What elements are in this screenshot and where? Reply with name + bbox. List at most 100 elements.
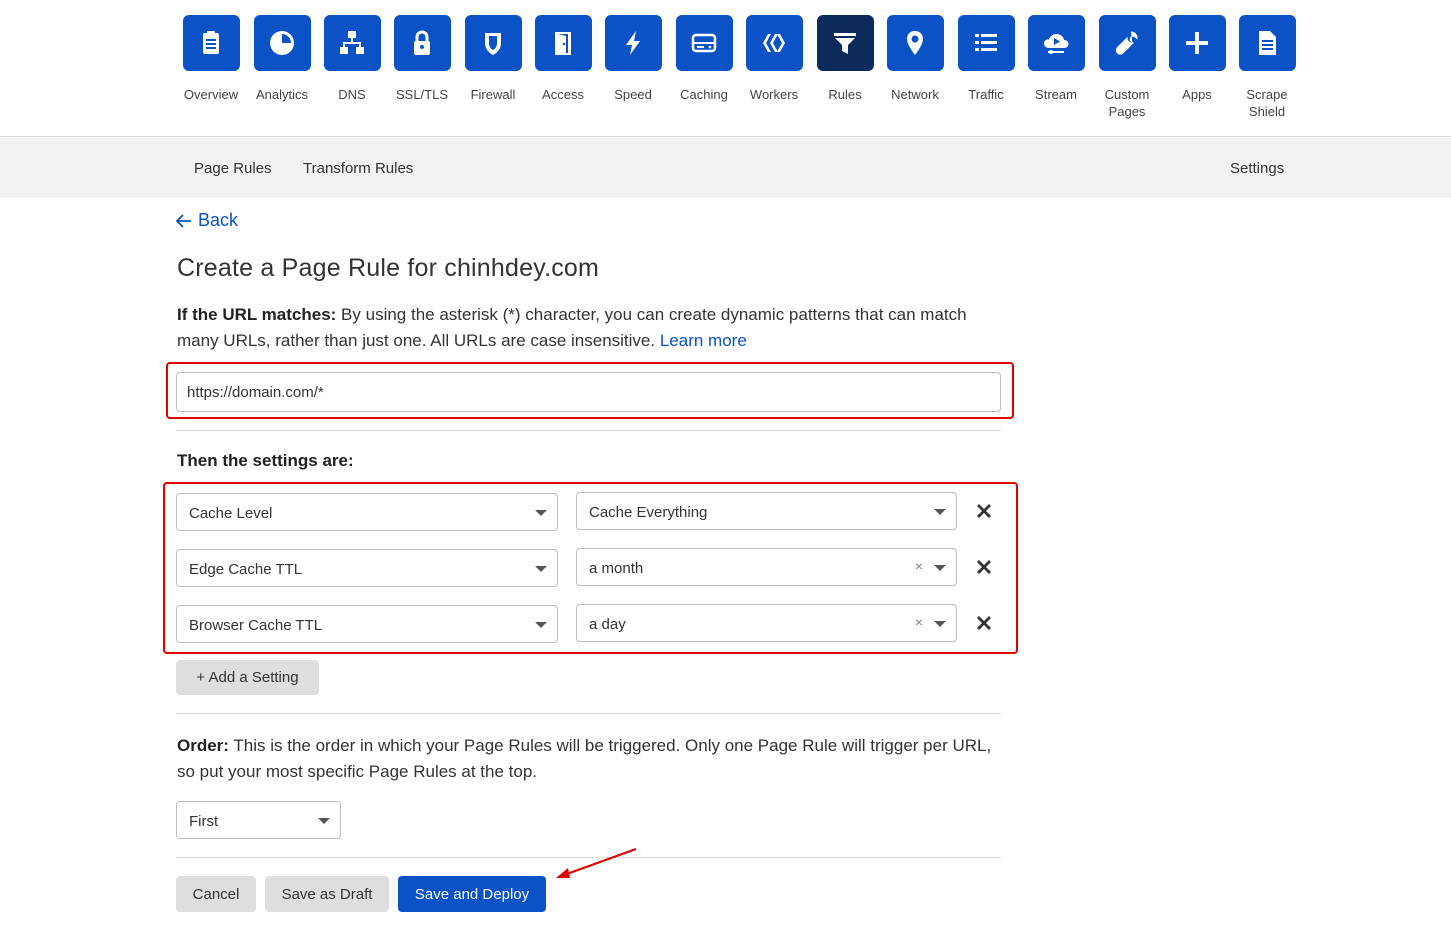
cloud-play-icon (1027, 15, 1085, 71)
clear-icon[interactable]: × (915, 614, 923, 630)
setting-value-select[interactable]: a month × (576, 548, 957, 586)
lock-icon (393, 15, 451, 71)
order-help-text: This is the order in which your Page Rul… (177, 736, 992, 781)
nav-label: Custom Pages (1104, 87, 1150, 119)
url-pattern-input[interactable] (176, 372, 1001, 412)
nav-analytics[interactable]: Analytics (247, 15, 317, 103)
page-title: Create a Page Rule for chinhdey.com (177, 254, 600, 282)
filter-icon (816, 15, 874, 71)
url-label: If the URL matches: (177, 305, 337, 324)
nav-label: Scrape Shield (1246, 87, 1288, 119)
learn-more-link[interactable]: Learn more (660, 331, 747, 350)
nav-stream[interactable]: Stream (1021, 15, 1091, 103)
remove-setting-button[interactable] (974, 501, 994, 521)
remove-setting-button[interactable] (974, 613, 994, 633)
door-icon (534, 15, 592, 71)
nav-label: Firewall (470, 87, 516, 102)
caret-down-icon (934, 565, 946, 571)
close-icon (977, 504, 991, 518)
document-icon (1238, 15, 1296, 71)
subnav-transform-rules[interactable]: Transform Rules (303, 160, 413, 177)
nav-ssl-tls[interactable]: SSL/TLS (387, 15, 457, 103)
url-description: If the URL matches: By using the asteris… (177, 302, 1007, 354)
close-icon (977, 616, 991, 630)
setting-select[interactable]: Browser Cache TTL (176, 605, 558, 643)
subnav-page-rules[interactable]: Page Rules (194, 160, 272, 177)
list-icon (957, 15, 1015, 71)
nav-label: Speed (614, 87, 652, 102)
top-navigation: Overview Analytics DNS SSL/TLS Firewall … (0, 0, 1451, 137)
order-value: First (189, 813, 219, 830)
nav-label: Analytics (255, 87, 309, 102)
nav-label: Traffic (968, 87, 1004, 102)
nav-label: DNS (338, 87, 366, 102)
nav-label: Workers (749, 87, 799, 102)
nav-label: Caching (680, 87, 728, 102)
nav-scrape-shield[interactable]: Scrape Shield (1232, 15, 1302, 120)
nav-workers[interactable]: Workers (739, 15, 809, 103)
nav-rules[interactable]: Rules (810, 15, 880, 103)
arrow-left-icon (176, 213, 191, 228)
nav-dns[interactable]: DNS (317, 15, 387, 103)
nav-network[interactable]: Network (880, 15, 950, 103)
caret-down-icon (934, 621, 946, 627)
cancel-button[interactable]: Cancel (176, 876, 256, 912)
sub-navigation: Page Rules Transform Rules Settings (0, 138, 1451, 198)
setting-select[interactable]: Edge Cache TTL (176, 549, 558, 587)
divider (176, 713, 1001, 714)
remove-setting-button[interactable] (974, 557, 994, 577)
caret-down-icon (934, 509, 946, 515)
nav-label: Network (891, 87, 939, 102)
network-tree-icon (323, 15, 381, 71)
setting-select-value: Edge Cache TTL (189, 561, 303, 578)
caret-down-icon (318, 818, 330, 824)
save-as-draft-button[interactable]: Save as Draft (265, 876, 389, 912)
nav-label: Access (542, 87, 584, 102)
plus-icon (1168, 15, 1226, 71)
setting-value-select[interactable]: Cache Everything (576, 492, 957, 530)
caret-down-icon (535, 622, 547, 628)
caret-down-icon (535, 566, 547, 572)
nav-overview[interactable]: Overview (176, 15, 246, 103)
back-link[interactable]: Back (176, 210, 238, 231)
nav-access[interactable]: Access (528, 15, 598, 103)
nav-apps[interactable]: Apps (1162, 15, 1232, 103)
clipboard-icon (182, 15, 240, 71)
nav-label: Apps (1182, 87, 1212, 102)
pie-chart-icon (253, 15, 311, 71)
location-pin-icon (886, 15, 944, 71)
clear-icon[interactable]: × (915, 558, 923, 574)
nav-traffic[interactable]: Traffic (951, 15, 1021, 103)
nav-custom-pages[interactable]: Custom Pages (1092, 15, 1162, 120)
setting-value: Cache Everything (589, 504, 708, 521)
setting-value: a day (589, 616, 626, 633)
settings-label: Then the settings are: (177, 451, 354, 470)
nav-label: Stream (1035, 87, 1077, 102)
order-select[interactable]: First (176, 801, 341, 839)
add-setting-button[interactable]: + Add a Setting (176, 660, 319, 695)
divider (176, 430, 1001, 431)
caret-down-icon (535, 510, 547, 516)
nav-firewall[interactable]: Firewall (458, 15, 528, 103)
workers-icon (745, 15, 803, 71)
nav-speed[interactable]: Speed (598, 15, 668, 103)
order-label: Order: (177, 736, 229, 755)
wrench-icon (1098, 15, 1156, 71)
setting-select[interactable]: Cache Level (176, 493, 558, 531)
setting-select-value: Cache Level (189, 505, 273, 522)
setting-value: a month (589, 560, 644, 577)
close-icon (977, 560, 991, 574)
nav-label: SSL/TLS (395, 87, 449, 102)
shield-icon (464, 15, 522, 71)
save-and-deploy-button[interactable]: Save and Deploy (398, 876, 546, 912)
server-drive-icon (675, 15, 733, 71)
setting-select-value: Browser Cache TTL (189, 617, 323, 634)
nav-label: Rules (828, 87, 862, 102)
annotation-arrow-icon (556, 848, 637, 878)
subnav-settings[interactable]: Settings (1230, 160, 1284, 177)
order-description: Order: This is the order in which your P… (177, 733, 997, 785)
setting-value-select[interactable]: a day × (576, 604, 957, 642)
nav-caching[interactable]: Caching (669, 15, 739, 103)
back-label: Back (198, 210, 239, 230)
lightning-icon (604, 15, 662, 71)
